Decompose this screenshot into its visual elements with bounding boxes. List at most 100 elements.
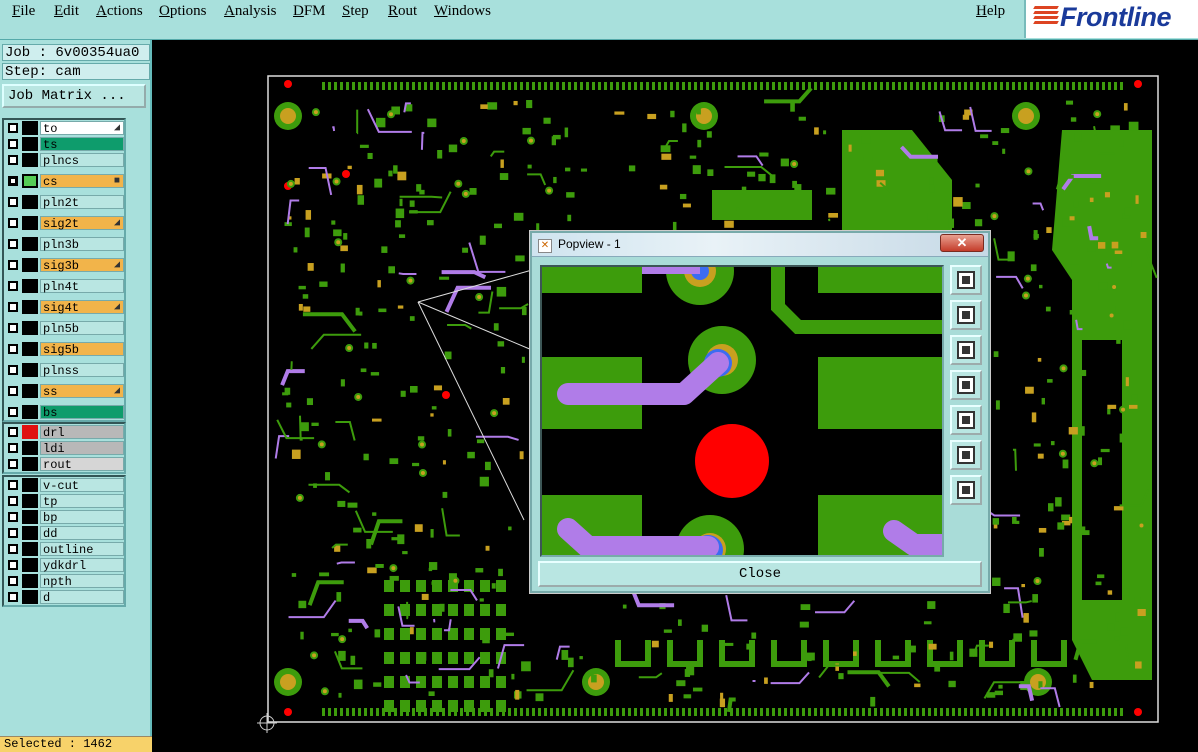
layer-color-swatch[interactable] <box>22 321 38 335</box>
layer-name[interactable]: pln3b <box>40 237 124 252</box>
layer-name[interactable]: sig4t ◢ <box>40 300 124 315</box>
layer-name[interactable]: sig5b <box>40 342 124 357</box>
layer-row[interactable]: npth <box>4 573 124 589</box>
layer-row[interactable]: cs ■ <box>4 173 124 194</box>
layer-name[interactable]: pln2t <box>40 195 124 210</box>
layer-checkbox[interactable] <box>8 155 18 165</box>
layer-color-swatch[interactable] <box>22 216 38 230</box>
popview-zoom-view[interactable] <box>540 265 944 557</box>
layer-row[interactable]: plnss <box>4 362 124 383</box>
layer-checkbox[interactable] <box>8 139 18 149</box>
layer-color-swatch[interactable] <box>22 137 38 151</box>
layer-row[interactable]: tp <box>4 493 124 509</box>
layer-color-swatch[interactable] <box>22 342 38 356</box>
pan-down-icon[interactable] <box>950 335 982 365</box>
layer-row[interactable]: pln5b <box>4 320 124 341</box>
layer-color-swatch[interactable] <box>22 279 38 293</box>
layer-checkbox[interactable] <box>8 528 18 538</box>
layer-checkbox[interactable] <box>8 544 18 554</box>
menu-rout[interactable]: Rout <box>388 3 417 20</box>
layer-color-swatch[interactable] <box>22 121 38 135</box>
layer-name[interactable]: ldi <box>40 441 124 456</box>
layer-row[interactable]: sig4t ◢ <box>4 299 124 320</box>
layer-row[interactable]: bs <box>4 404 124 420</box>
layer-name[interactable]: ydkdrl <box>40 558 124 573</box>
layer-checkbox[interactable] <box>8 560 18 570</box>
close-icon[interactable]: ✕ <box>940 234 984 252</box>
layer-row[interactable]: sig5b <box>4 341 124 362</box>
layer-name[interactable]: drl <box>40 425 124 440</box>
layer-checkbox[interactable] <box>8 592 18 602</box>
layer-color-swatch[interactable] <box>22 384 38 398</box>
layer-row[interactable]: ydkdrl <box>4 557 124 573</box>
menu-step[interactable]: Step <box>342 3 369 20</box>
menu-windows[interactable]: Windows <box>434 3 491 20</box>
layer-name[interactable]: d <box>40 590 124 605</box>
layer-checkbox[interactable] <box>8 218 18 228</box>
layer-row[interactable]: pln2t <box>4 194 124 215</box>
layer-checkbox[interactable] <box>8 260 18 270</box>
menu-file[interactable]: File <box>12 3 35 20</box>
layer-checkbox[interactable] <box>8 576 18 586</box>
layer-checkbox[interactable] <box>8 323 18 333</box>
layer-row[interactable]: sig3b ◢ <box>4 257 124 278</box>
layer-checkbox[interactable] <box>8 427 18 437</box>
layer-color-swatch[interactable] <box>22 258 38 272</box>
layer-row[interactable]: v-cut <box>4 477 124 493</box>
layer-name[interactable]: tp <box>40 494 124 509</box>
layer-color-swatch[interactable] <box>22 363 38 377</box>
layer-checkbox[interactable] <box>8 496 18 506</box>
menu-dfm[interactable]: DFM <box>293 3 326 20</box>
layer-color-swatch[interactable] <box>22 494 38 508</box>
layer-row[interactable]: ldi <box>4 440 124 456</box>
layer-checkbox[interactable] <box>8 407 18 417</box>
menu-edit[interactable]: Edit <box>54 3 79 20</box>
layer-row[interactable]: ss ◢ <box>4 383 124 404</box>
active-layer-icon[interactable] <box>22 174 38 188</box>
close-button[interactable]: Close <box>538 561 982 587</box>
layer-color-swatch[interactable] <box>22 574 38 588</box>
layer-color-swatch[interactable] <box>22 195 38 209</box>
layer-name[interactable]: ts <box>40 137 124 152</box>
layer-row[interactable]: to ◢ <box>4 120 124 136</box>
layer-color-swatch[interactable] <box>22 153 38 167</box>
layer-color-swatch[interactable] <box>22 405 38 419</box>
layer-name[interactable]: v-cut <box>40 478 124 493</box>
layer-name[interactable]: cs ■ <box>40 174 124 189</box>
layer-checkbox[interactable] <box>8 512 18 522</box>
layer-row[interactable]: drl <box>4 424 124 440</box>
layer-name[interactable]: to ◢ <box>40 121 124 136</box>
job-matrix-button[interactable]: Job Matrix ... <box>2 84 146 108</box>
layer-name[interactable]: sig3b ◢ <box>40 258 124 273</box>
layer-color-swatch[interactable] <box>22 457 38 471</box>
layer-checkbox[interactable] <box>8 344 18 354</box>
menu-analysis[interactable]: Analysis <box>224 3 277 20</box>
pan-right-icon[interactable] <box>950 405 982 435</box>
layer-name[interactable]: bp <box>40 510 124 525</box>
layer-color-swatch[interactable] <box>22 441 38 455</box>
layer-row[interactable]: d <box>4 589 124 605</box>
layer-color-swatch[interactable] <box>22 526 38 540</box>
layer-name[interactable]: plnss <box>40 363 124 378</box>
layer-color-swatch[interactable] <box>22 237 38 251</box>
layer-row[interactable]: dd <box>4 525 124 541</box>
layer-color-swatch[interactable] <box>22 590 38 604</box>
popview-titlebar[interactable]: ✕ Popview - 1 ✕ <box>532 233 988 257</box>
layer-color-swatch[interactable] <box>22 300 38 314</box>
zoom-window-icon[interactable] <box>950 265 982 295</box>
layer-row[interactable]: rout <box>4 456 124 472</box>
layer-name[interactable]: bs <box>40 405 124 420</box>
menu-options[interactable]: Options <box>159 3 207 20</box>
layer-checkbox[interactable] <box>8 459 18 469</box>
layer-name[interactable]: pln4t <box>40 279 124 294</box>
layer-color-swatch[interactable] <box>22 558 38 572</box>
layer-name[interactable]: sig2t ◢ <box>40 216 124 231</box>
menu-help[interactable]: Help <box>976 3 1005 20</box>
layer-row[interactable]: outline <box>4 541 124 557</box>
layer-color-swatch[interactable] <box>22 425 38 439</box>
layer-checkbox[interactable] <box>8 386 18 396</box>
layer-row[interactable]: plncs <box>4 152 124 173</box>
layer-color-swatch[interactable] <box>22 542 38 556</box>
layer-checkbox[interactable] <box>8 239 18 249</box>
layer-row[interactable]: sig2t ◢ <box>4 215 124 236</box>
